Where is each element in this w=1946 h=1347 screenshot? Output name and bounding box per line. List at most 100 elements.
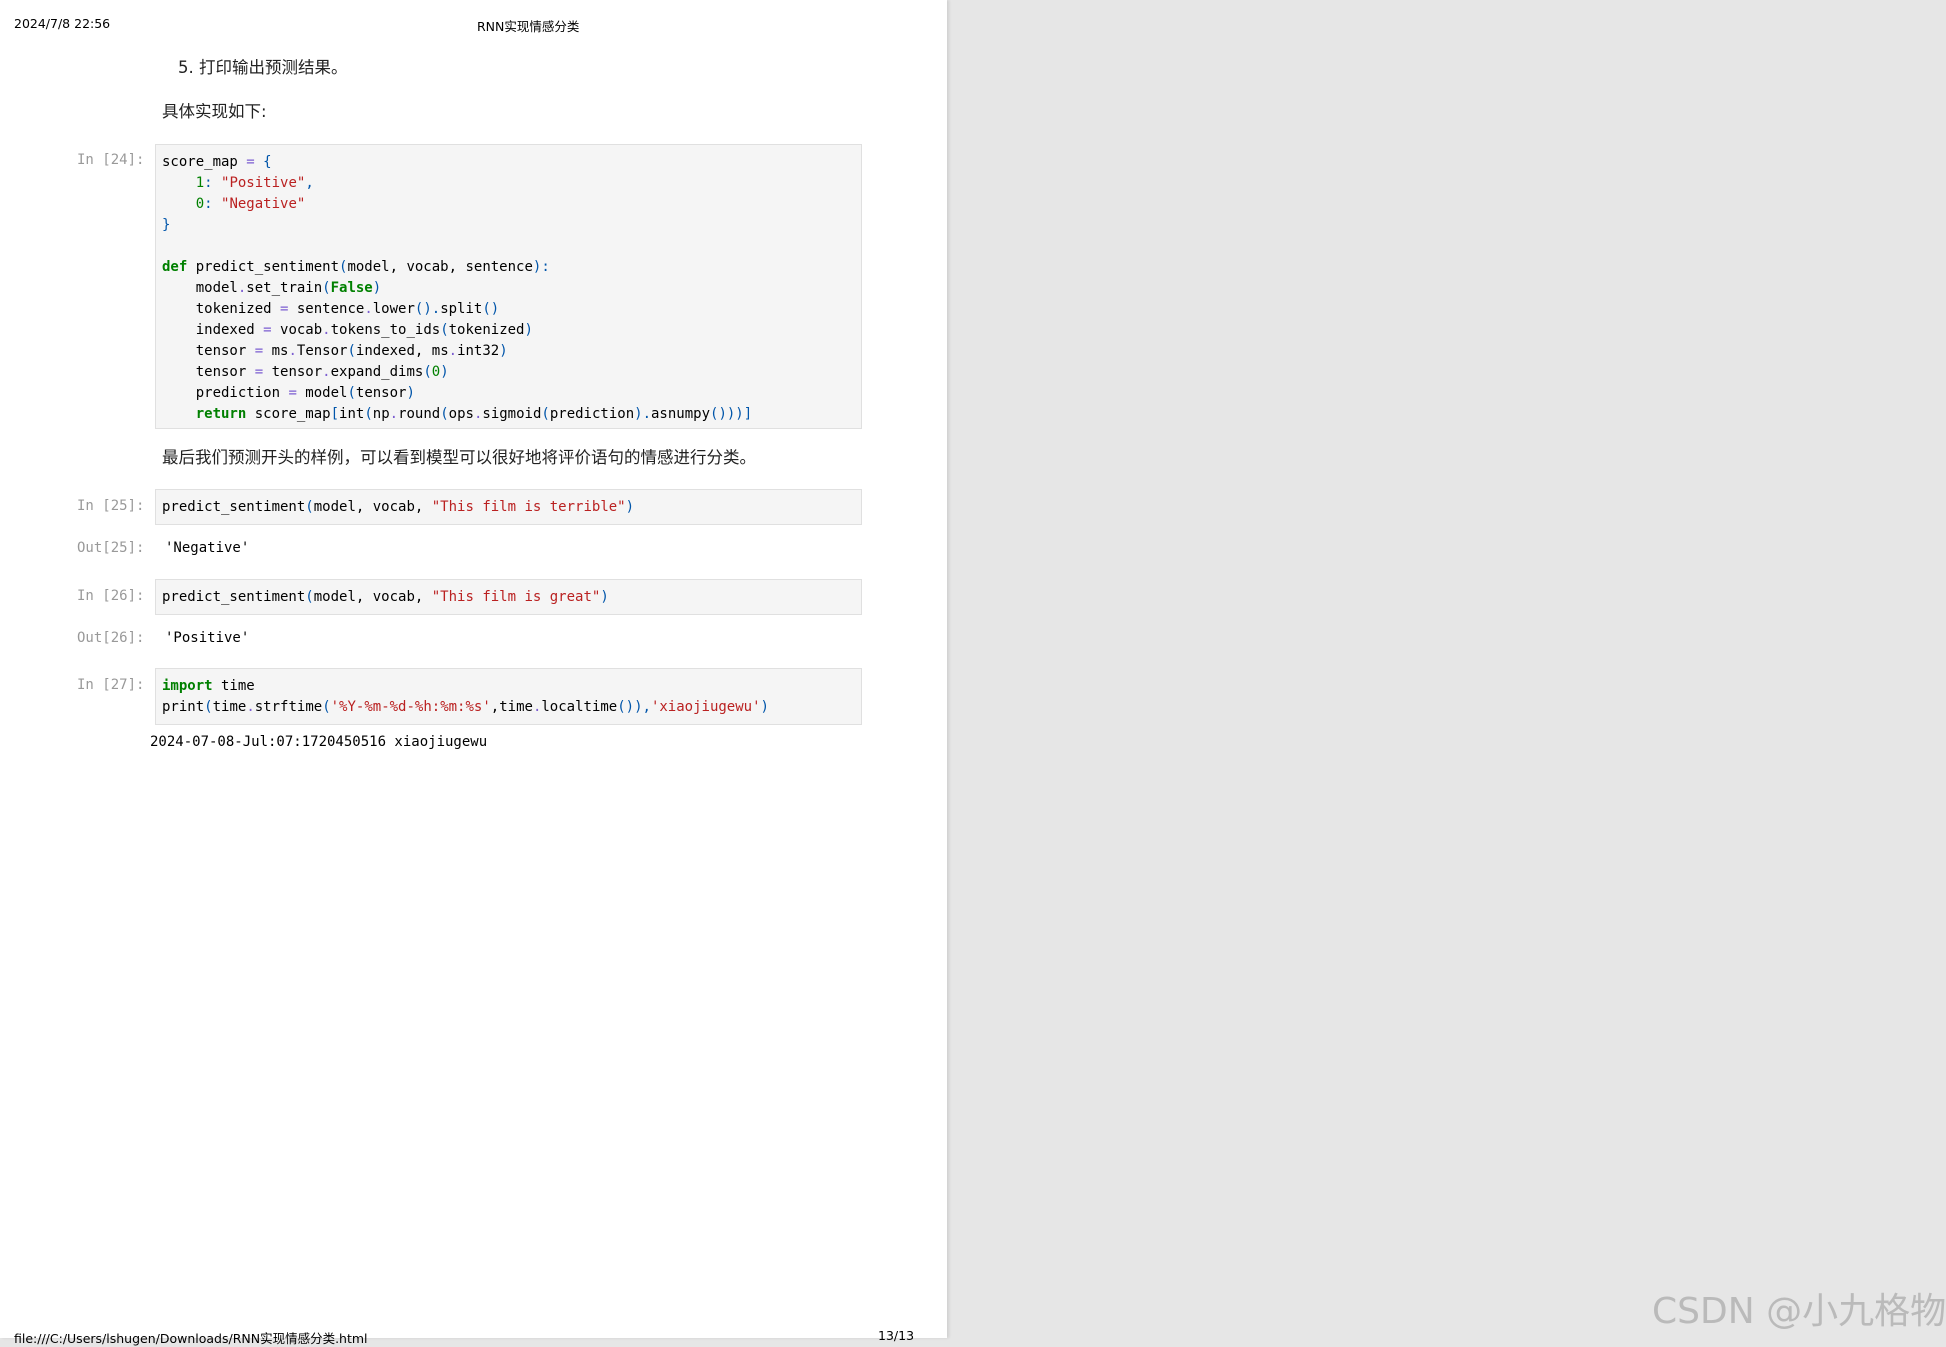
input-prompt-26: In [26]:: [77, 588, 145, 604]
code-token: ):: [532, 259, 550, 275]
code-block-26: predict_sentiment(model, vocab, "This fi…: [162, 587, 609, 608]
code-token: model: [296, 385, 348, 401]
code-token: ,time: [490, 699, 533, 715]
code-block-24: score_map = { 1: "Positive", 0: "Negativ…: [162, 152, 752, 425]
code-token: ): [524, 322, 533, 338]
code-token: :: [204, 175, 222, 191]
code-token: ).: [634, 406, 651, 422]
code-token: (: [347, 385, 356, 401]
code-token: np: [372, 406, 390, 422]
code-token: model, vocab,: [313, 589, 432, 605]
markdown-final-note: 最后我们预测开头的样例，可以看到模型可以很好地将评价语句的情感进行分类。: [162, 448, 756, 467]
code-token: ms: [263, 343, 289, 359]
code-token: sentence: [288, 301, 365, 317]
footer-page-number: 13/13: [878, 1328, 915, 1343]
code-token: (: [541, 406, 550, 422]
code-token: .: [389, 406, 399, 422]
code-block-27: import time print(time.strftime('%Y-%m-%…: [162, 676, 769, 718]
output-prompt-25: Out[25]:: [77, 540, 145, 556]
code-token: model, vocab, sentence: [347, 259, 533, 275]
code-token: '%Y-%m-%d-%h:%m:%s': [330, 699, 491, 715]
code-token: (: [322, 280, 331, 296]
code-token: (: [322, 699, 331, 715]
code-token: ): [760, 699, 769, 715]
code-token: model: [162, 280, 238, 296]
code-token: print: [162, 699, 205, 715]
code-token: lower: [372, 301, 415, 317]
output-value-26: 'Positive': [165, 630, 250, 646]
code-token: ()),: [617, 699, 651, 715]
code-token: vocab: [271, 322, 323, 338]
code-token: (: [305, 589, 314, 605]
code-token: tokenized: [448, 322, 525, 338]
code-cell-26[interactable]: predict_sentiment(model, vocab, "This fi…: [155, 579, 862, 615]
header-datetime: 2024/7/8 22:56: [14, 16, 111, 31]
code-token: import: [162, 678, 213, 694]
code-token: "This film is terrible": [431, 499, 626, 515]
code-token: (: [364, 406, 373, 422]
code-token: =: [263, 322, 272, 338]
code-token: ): [625, 499, 635, 515]
code-token: 1: [195, 175, 205, 191]
code-token: predict_sentiment: [187, 259, 340, 275]
code-token: tensor: [162, 364, 255, 380]
code-token: "This film is great": [431, 589, 601, 605]
code-token: predict_sentiment: [162, 499, 306, 515]
code-token: asnumpy: [651, 406, 711, 422]
code-token: ): [406, 385, 415, 401]
code-token: time: [212, 678, 255, 694]
code-token: ().: [414, 301, 441, 317]
code-token: ): [499, 343, 508, 359]
code-token: .: [322, 322, 331, 338]
code-token: prediction: [162, 385, 289, 401]
input-prompt-24: In [24]:: [77, 152, 145, 168]
code-token: Tensor: [296, 343, 348, 359]
code-token: predict_sentiment: [162, 589, 306, 605]
code-token: ): [372, 280, 382, 296]
code-token: indexed: [162, 322, 264, 338]
code-token: (: [440, 406, 449, 422]
pdf-page: 2024/7/8 22:56 RNN实现情感分类 5. 打印输出预测结果。 具体…: [0, 0, 947, 1346]
code-token: model, vocab,: [313, 499, 432, 515]
code-token: =: [254, 364, 264, 380]
code-token: {: [254, 154, 272, 170]
code-token: score_map: [246, 406, 331, 422]
code-token: tensor: [162, 343, 255, 359]
code-cell-24[interactable]: score_map = { 1: "Positive", 0: "Negativ…: [155, 144, 862, 429]
code-token: .: [322, 364, 331, 380]
code-token: def: [162, 259, 188, 275]
code-token: =: [254, 343, 264, 359]
code-token: int: [339, 406, 365, 422]
markdown-step5: 5. 打印输出预测结果。: [178, 58, 348, 77]
code-token: 0: [431, 364, 441, 380]
code-token: return: [195, 406, 247, 422]
code-token: .: [288, 343, 297, 359]
markdown-impl-intro: 具体实现如下:: [162, 102, 267, 121]
code-token: set_train: [246, 280, 323, 296]
code-token: split: [440, 301, 483, 317]
stdout-27: 2024-07-08-Jul:07:1720450516 xiaojiugewu: [150, 734, 488, 750]
code-token: 'xiaojiugewu': [650, 699, 761, 715]
code-cell-27[interactable]: import time print(time.strftime('%Y-%m-%…: [155, 668, 862, 725]
code-token: localtime: [541, 699, 618, 715]
code-token: (): [482, 301, 500, 317]
code-token: (: [347, 343, 356, 359]
code-token: int32: [457, 343, 500, 359]
code-token: :: [204, 196, 222, 212]
code-token: ): [440, 364, 449, 380]
code-block-25: predict_sentiment(model, vocab, "This fi…: [162, 497, 634, 518]
code-token: indexed, ms: [355, 343, 449, 359]
code-token: ): [600, 589, 609, 605]
code-token: 0: [195, 196, 205, 212]
code-token: =: [246, 154, 255, 170]
code-token: tensor: [263, 364, 323, 380]
code-token: prediction: [549, 406, 635, 422]
output-value-25: 'Negative': [165, 540, 250, 556]
code-token: ()))]: [710, 406, 753, 422]
code-token: time: [212, 699, 247, 715]
code-token: .: [246, 699, 255, 715]
code-token: (: [305, 499, 314, 515]
code-token: score_map: [162, 154, 247, 170]
code-cell-25[interactable]: predict_sentiment(model, vocab, "This fi…: [155, 489, 862, 525]
